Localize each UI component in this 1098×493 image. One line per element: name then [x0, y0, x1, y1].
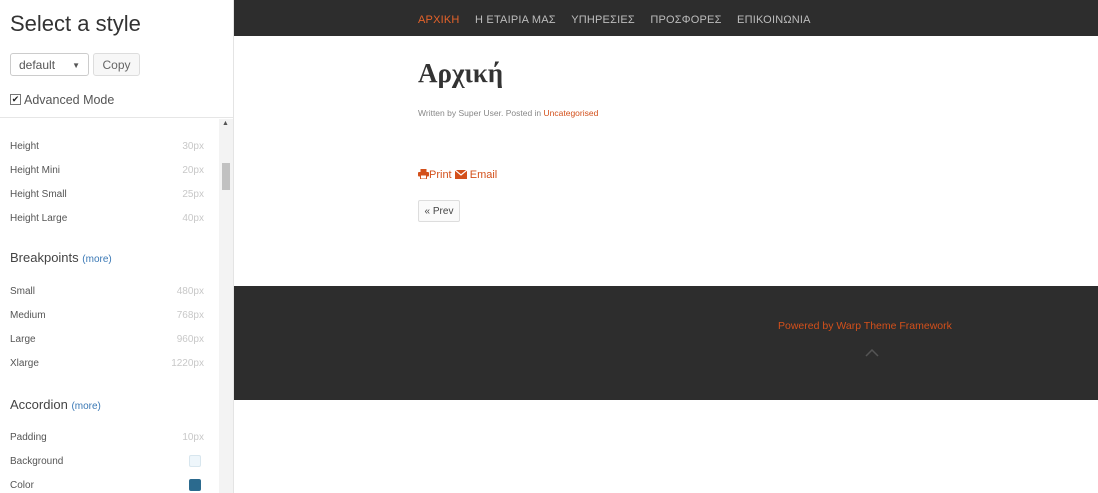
var-value[interactable]: 480px — [177, 286, 204, 297]
var-name: Color — [10, 480, 34, 491]
site-preview: ΑΡΧΙΚΗ Η ΕΤΑΙΡΙΑ ΜΑΣ ΥΠΗΡΕΣΙΕΣ ΠΡΟΣΦΟΡΕΣ… — [234, 0, 1098, 493]
article-meta: Written by Super User. Posted in Uncateg… — [418, 108, 598, 118]
meta-text: Written by Super User. Posted in — [418, 108, 544, 118]
var-value[interactable]: 30px — [182, 141, 204, 152]
select-arrow-icon: ▼ — [72, 61, 80, 70]
var-name: Height Mini — [10, 165, 61, 176]
style-select[interactable]: default ▼ — [10, 53, 89, 76]
var-padding[interactable]: Padding 10px — [10, 432, 204, 448]
style-panel-header: Select a style default ▼ Copy ✔ Advanced… — [0, 0, 233, 118]
var-value[interactable]: 1220px — [171, 358, 204, 369]
accordion-more-link[interactable]: (more) — [71, 401, 100, 412]
var-name: Small — [10, 286, 36, 297]
var-xlarge[interactable]: Xlarge 1220px — [10, 358, 204, 374]
top-navbar: ΑΡΧΙΚΗ Η ΕΤΑΙΡΙΑ ΜΑΣ ΥΠΗΡΕΣΙΕΣ ΠΡΟΣΦΟΡΕΣ… — [234, 0, 1098, 36]
var-name: Medium — [10, 310, 46, 321]
copy-button[interactable]: Copy — [93, 53, 140, 76]
background-color-swatch[interactable] — [189, 455, 201, 467]
category-link[interactable]: Uncategorised — [544, 108, 599, 118]
var-name: Xlarge — [10, 358, 39, 369]
nav-item-services[interactable]: ΥΠΗΡΕΣΙΕΣ — [571, 14, 635, 26]
prev-button[interactable]: « Prev — [418, 200, 460, 222]
section-title: Accordion — [10, 397, 68, 412]
scroll-up-icon[interactable]: ▲ — [222, 120, 229, 127]
powered-by-link[interactable]: Powered by Warp Theme Framework — [778, 320, 952, 332]
site-footer: Powered by Warp Theme Framework — [234, 286, 1098, 400]
color-swatch[interactable] — [189, 479, 201, 491]
var-large[interactable]: Large 960px — [10, 334, 204, 350]
breakpoints-more-link[interactable]: (more) — [82, 254, 111, 265]
var-color[interactable]: Color — [10, 479, 204, 493]
var-medium[interactable]: Medium 768px — [10, 310, 204, 326]
variables-list: Height 30px Height Mini 20px Height Smal… — [0, 119, 233, 493]
var-name: Height — [10, 141, 39, 152]
var-name: Padding — [10, 432, 47, 443]
print-link[interactable]: Print — [418, 169, 452, 181]
nav-item-contact[interactable]: ΕΠΙΚΟΙΝΩΝΙΑ — [737, 14, 811, 26]
var-height[interactable]: Height 30px — [10, 141, 204, 157]
var-value[interactable]: 20px — [182, 165, 204, 176]
nav-item-company[interactable]: Η ΕΤΑΙΡΙΑ ΜΑΣ — [475, 14, 556, 26]
section-breakpoints: Breakpoints (more) — [10, 250, 112, 265]
var-value[interactable]: 768px — [177, 310, 204, 321]
advanced-mode-label: Advanced Mode — [24, 93, 115, 107]
chevron-up-icon[interactable] — [865, 349, 879, 357]
article-title: Αρχική — [418, 58, 504, 88]
var-name: Height Small — [10, 189, 67, 200]
section-accordion: Accordion (more) — [10, 397, 101, 412]
var-value[interactable]: 25px — [182, 189, 204, 200]
envelope-icon — [454, 170, 467, 179]
var-small[interactable]: Small 480px — [10, 286, 204, 302]
nav-item-offers[interactable]: ΠΡΟΣΦΟΡΕΣ — [650, 14, 721, 26]
var-name: Height Large — [10, 213, 68, 224]
section-title: Breakpoints — [10, 250, 79, 265]
email-label: Email — [469, 169, 498, 181]
var-height-small[interactable]: Height Small 25px — [10, 189, 204, 205]
var-height-mini[interactable]: Height Mini 20px — [10, 165, 204, 181]
var-value[interactable]: 960px — [177, 334, 204, 345]
nav-item-home[interactable]: ΑΡΧΙΚΗ — [418, 14, 460, 26]
article-actions: Print Email — [418, 169, 497, 181]
var-value[interactable]: 10px — [182, 432, 204, 443]
advanced-mode-checkbox[interactable]: ✔ — [10, 94, 21, 105]
panel-title: Select a style — [10, 11, 141, 36]
panel-scrollbar[interactable]: ▲ — [219, 119, 233, 493]
style-select-value: default — [19, 58, 56, 72]
email-link[interactable]: Email — [452, 169, 498, 181]
style-panel: Select a style default ▼ Copy ✔ Advanced… — [0, 0, 234, 493]
print-label: Print — [429, 169, 452, 181]
print-icon — [418, 169, 429, 179]
var-height-large[interactable]: Height Large 40px — [10, 213, 204, 229]
scroll-thumb[interactable] — [222, 163, 230, 190]
var-name: Large — [10, 334, 36, 345]
nav-menu: ΑΡΧΙΚΗ Η ΕΤΑΙΡΙΑ ΜΑΣ ΥΠΗΡΕΣΙΕΣ ΠΡΟΣΦΟΡΕΣ… — [418, 10, 822, 28]
var-name: Background — [10, 456, 64, 467]
var-value[interactable]: 40px — [182, 213, 204, 224]
var-background[interactable]: Background — [10, 455, 204, 472]
